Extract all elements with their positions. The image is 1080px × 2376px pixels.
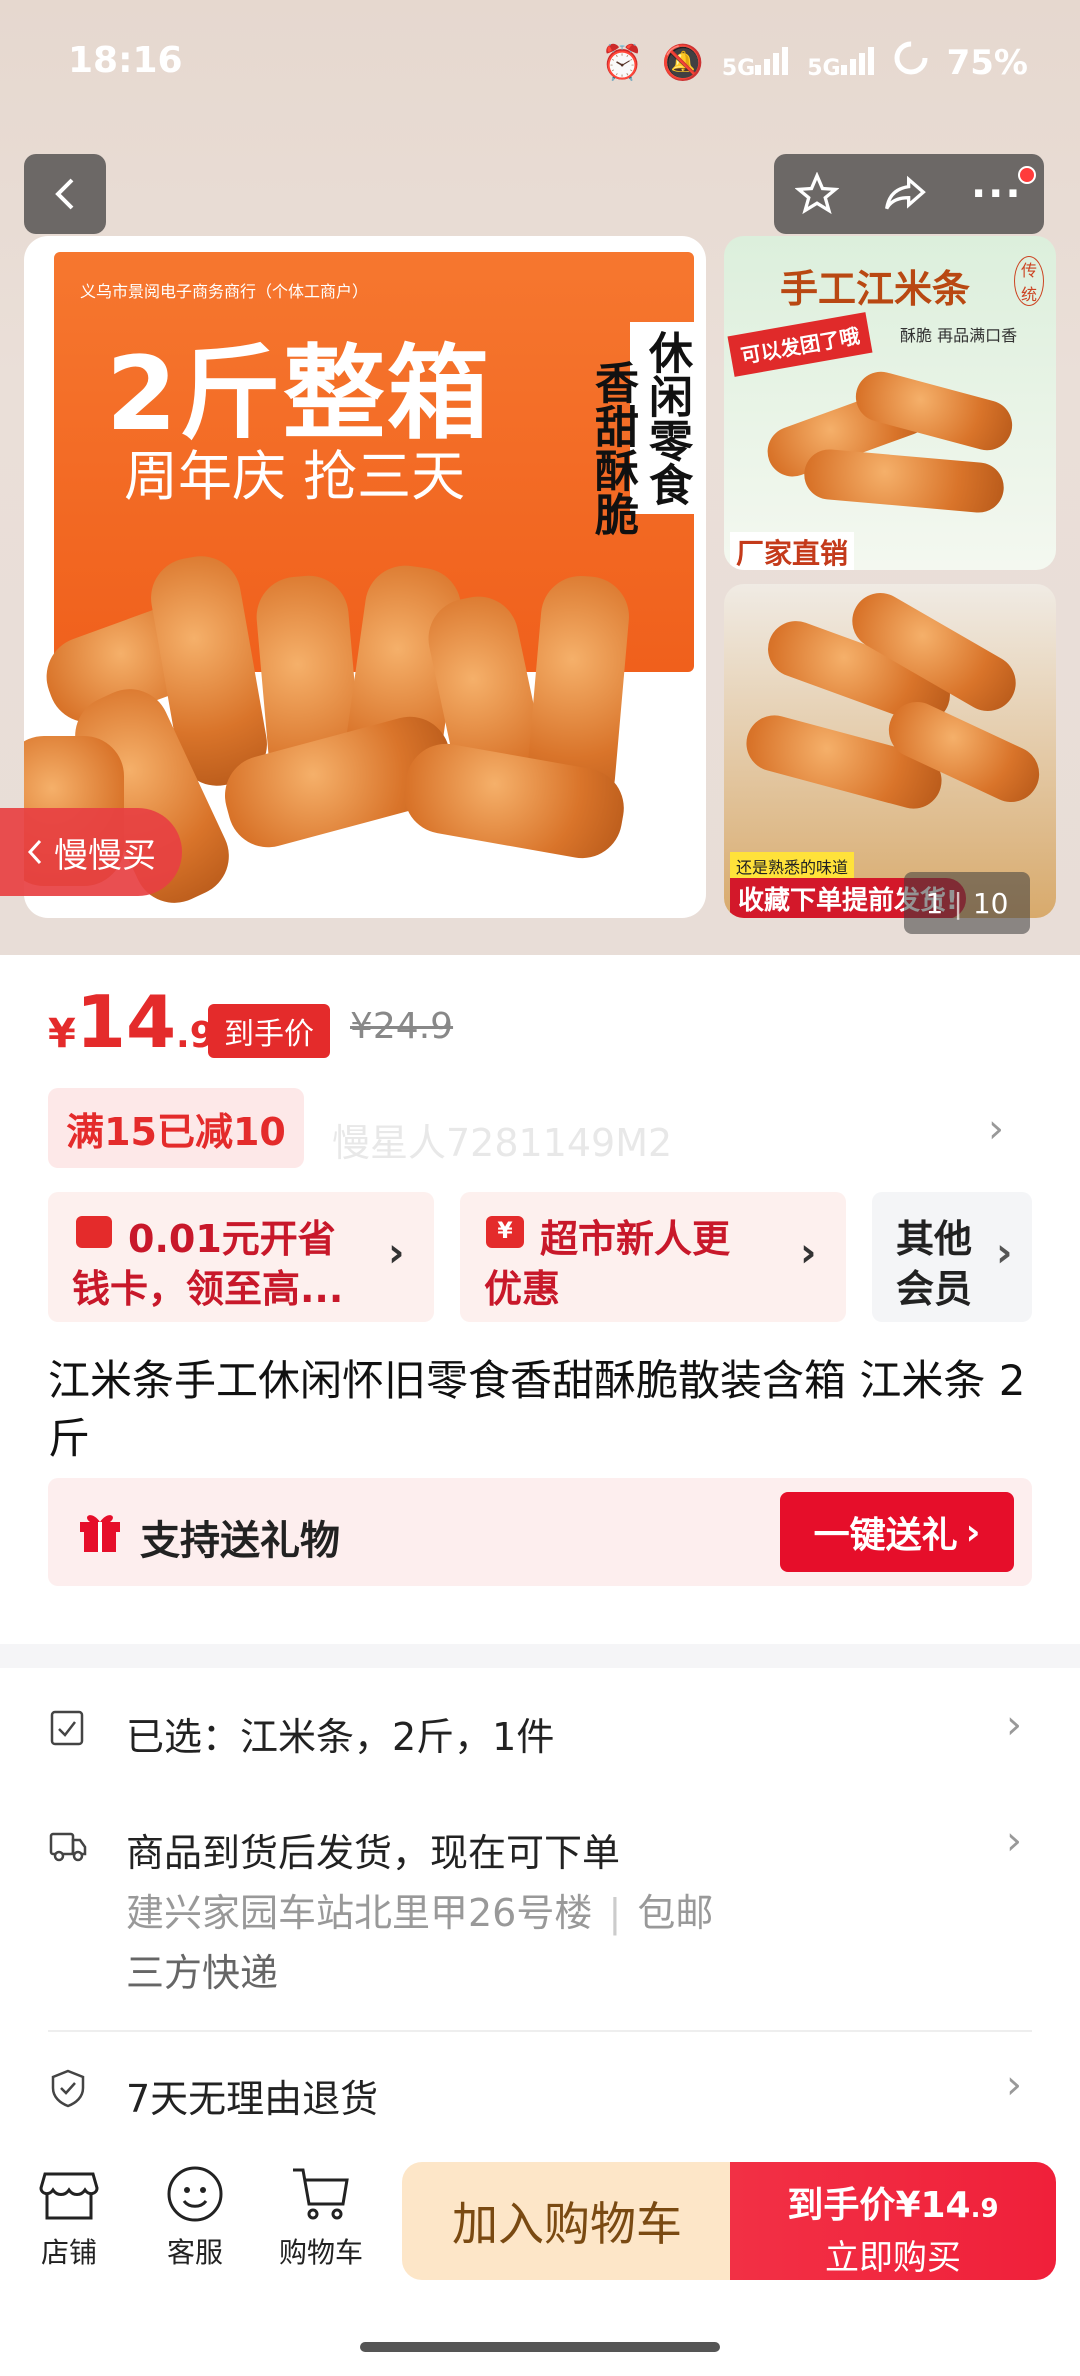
cart-button[interactable]: 购物车 [266, 2164, 376, 2271]
buy-price: ¥14 [895, 2185, 971, 2226]
share-icon[interactable] [882, 172, 928, 216]
service-label: 客服 [166, 2236, 223, 2269]
card-icon: ¥ [486, 1216, 524, 1248]
delivery-truck-icon [49, 1832, 87, 1862]
status-icons: ⏰ 🔕 5G 5G 75% [601, 40, 1028, 85]
address-separator: | [608, 1891, 622, 1935]
buy-now-label: 立即购买 [825, 2238, 961, 2278]
battery-icon [893, 40, 929, 85]
back-button[interactable] [24, 154, 106, 234]
buy-price-line: 到手价¥14.9 [730, 2176, 1056, 2228]
chevron-right-icon: › [965, 1511, 981, 1553]
card2-line1: 超市新人更 [540, 1217, 731, 1261]
promo-badge[interactable]: 满15已减10 [48, 1088, 304, 1168]
card1-line2: 钱卡，领至高... [72, 1267, 344, 1311]
notification-dot [1018, 166, 1036, 184]
coupon-card-1[interactable]: 0.01元开省 钱卡，领至高... › [48, 1192, 434, 1322]
shipping-line1: 商品到货后发货，现在可下单 [126, 1831, 621, 1875]
selected-text: 已选：江米条，2斤，1件 [126, 1715, 555, 1759]
thumb2-tag: 还是熟悉的味道 [730, 852, 855, 880]
original-price: ¥24.9 [350, 1006, 454, 1047]
counter-current: 1 [925, 886, 944, 920]
counter-separator: | [953, 886, 963, 920]
star-icon[interactable] [795, 172, 840, 216]
box-vertical-text-2: 香甜酥脆 [587, 360, 638, 536]
card2-line2: 优惠 [484, 1267, 561, 1311]
section-separator [0, 1644, 1080, 1668]
returns-text: 7天无理由退货 [126, 2077, 379, 2121]
shopping-cart-icon [293, 2168, 349, 2220]
battery-level: 75% [946, 42, 1028, 83]
chevron-right-icon: › [1006, 2062, 1022, 2108]
buy-price-decimal: .9 [970, 2194, 999, 2224]
row-divider [48, 2030, 1032, 2032]
card1-line1: 0.01元开省 [128, 1217, 336, 1261]
box-seller-text: 义乌市景阅电子商务商行（个体工商户） [80, 282, 369, 301]
cart-label: 购物车 [278, 2236, 363, 2269]
top-action-group: ··· [774, 154, 1044, 234]
box-footer-text: 义乌市景阅电子商务商行（个体工商户） [424, 867, 676, 883]
mute-icon: 🔕 [661, 42, 704, 83]
selected-spec-row[interactable]: 已选：江米条，2斤，1件 › [0, 1700, 1080, 1760]
counter-total: 10 [972, 886, 1009, 920]
card3-line1: 其他 [896, 1217, 973, 1261]
slow-buy-tag[interactable]: 慢慢买 [0, 808, 182, 896]
shipping-free: 包邮 [637, 1891, 714, 1935]
price-integer: 14 [75, 980, 177, 1064]
customer-service-icon [167, 2166, 223, 2222]
service-button[interactable]: 客服 [140, 2164, 250, 2271]
watermark-text: 慢星人7281149M2 [332, 1121, 673, 1165]
price-tag: 到手价 [208, 1004, 330, 1058]
shop-button[interactable]: 店铺 [14, 2164, 124, 2271]
home-indicator [360, 2342, 720, 2352]
image-counter: 1 | 10 [904, 872, 1030, 934]
buy-now-button[interactable]: 到手价¥14.9 立即购买 [730, 2162, 1056, 2280]
thumbnail-2[interactable]: 还是熟悉的味道 收藏下单提前发货! [724, 584, 1056, 918]
thumbnail-1[interactable]: 手工江米条 传统 可以发团了哦 酥脆 再品满口香 厂家直销 [724, 236, 1056, 570]
shipping-address: 建兴家园车站北里甲26号楼 [126, 1891, 593, 1935]
coupon-card-2[interactable]: ¥ 超市新人更 优惠 › [460, 1192, 846, 1322]
alarm-icon: ⏰ [601, 42, 644, 83]
chevron-right-icon: › [800, 1230, 817, 1276]
status-time: 18:16 [68, 40, 183, 81]
slow-buy-label: 慢慢买 [54, 835, 156, 876]
returns-row[interactable]: 7天无理由退货 › [0, 2062, 1080, 2122]
box-subtitle: 周年庆 抢三天 [124, 445, 466, 508]
chevron-right-icon: › [996, 1230, 1013, 1276]
shop-label: 店铺 [40, 2236, 97, 2269]
thumb1-badge: 传统 [1014, 256, 1044, 306]
signal-icon-2: 5G [807, 45, 874, 81]
send-gift-label: 一键送礼 [813, 1515, 958, 1556]
thumb1-sub: 酥脆 再品满口香 [900, 326, 1018, 345]
thumb1-sticker: 可以发团了哦 [727, 312, 873, 377]
more-icon[interactable]: ··· [971, 171, 1023, 217]
shipping-row[interactable]: 商品到货后发货，现在可下单 建兴家园车站北里甲26号楼 | 包邮 三方快递 › [0, 1818, 1080, 1998]
card-icon [76, 1216, 112, 1248]
add-to-cart-button[interactable]: 加入购物车 [402, 2162, 732, 2280]
thumb1-footer: 厂家直销 [730, 532, 855, 570]
buy-price-label: 到手价 [787, 2185, 896, 2226]
gift-icon [80, 1515, 120, 1552]
chevron-right-icon: › [1006, 1818, 1022, 1864]
membership-card[interactable]: 其他 会员 › [872, 1192, 1032, 1322]
card3-line2: 会员 [896, 1267, 973, 1311]
price-currency: ¥ [48, 1011, 76, 1057]
current-price: ¥14.9 [48, 980, 215, 1064]
chevron-left-icon [27, 839, 42, 865]
thumb1-title: 手工江米条 [780, 266, 971, 311]
chevron-left-icon [55, 178, 74, 210]
signal-icon-1: 5G [722, 45, 789, 81]
chevron-right-icon: › [388, 1230, 405, 1276]
shipping-carrier: 三方快递 [126, 1951, 279, 1995]
chevron-right-icon: › [1006, 1702, 1022, 1748]
send-gift-button[interactable]: 一键送礼 › [780, 1492, 1014, 1572]
shop-icon [39, 2172, 99, 2220]
shipping-address-line: 建兴家园车站北里甲26号楼 | 包邮 [126, 1882, 713, 1937]
product-title: 江米条手工休闲怀旧零食香甜酥脆散装含箱 江米条 2斤 [48, 1356, 1026, 1463]
checklist-icon [50, 1710, 84, 1746]
promo-chevron-icon[interactable]: › [988, 1106, 1004, 1152]
shield-icon [51, 2069, 85, 2108]
gift-label: 支持送礼物 [140, 1518, 340, 1564]
status-bar: 18:16 ⏰ 🔕 5G 5G 75% [0, 0, 1080, 128]
